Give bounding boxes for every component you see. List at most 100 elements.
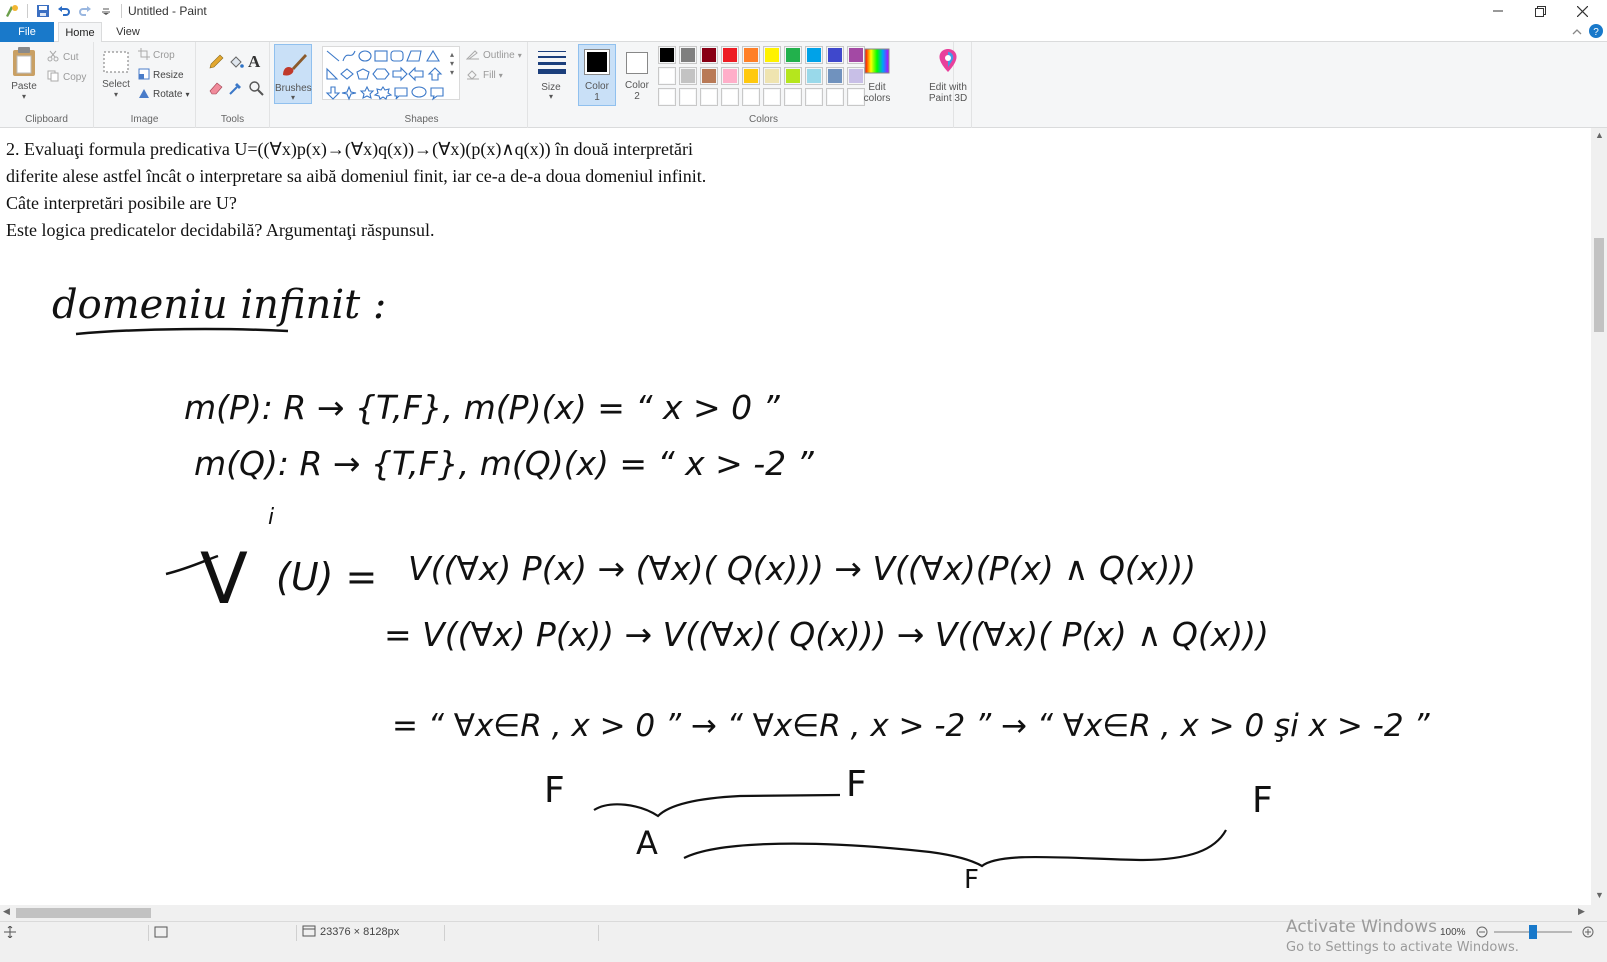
color-swatch[interactable] — [805, 67, 823, 85]
edit-colors-label-line1: Edit — [868, 82, 886, 93]
chevron-down-icon: ▾ — [185, 90, 190, 99]
color-spectrum-icon — [864, 48, 890, 79]
paint-window: Untitled - Paint File Home View ? Paste … — [0, 0, 1607, 962]
shapes-scroll-icon[interactable]: ▴ ▾ ▾ — [450, 50, 454, 77]
custom-color-slot[interactable] — [658, 88, 676, 106]
magnifier-icon[interactable] — [248, 80, 264, 101]
color-swatch[interactable] — [742, 67, 760, 85]
color-swatch[interactable] — [826, 46, 844, 64]
edit-with-paint3d-button[interactable]: Edit with Paint 3D — [926, 46, 970, 108]
custom-color-slot[interactable] — [805, 88, 823, 106]
color-swatch[interactable] — [721, 46, 739, 64]
swatch-fill — [807, 48, 821, 62]
scroll-down-icon[interactable]: ▼ — [1595, 890, 1604, 900]
edit-colors-button[interactable]: Edit colors — [856, 46, 898, 108]
crop-label: Crop — [153, 50, 175, 61]
swatch-fill — [786, 90, 800, 104]
custom-color-slot[interactable] — [700, 88, 718, 106]
custom-color-slot[interactable] — [742, 88, 760, 106]
color-swatch[interactable] — [700, 46, 718, 64]
eraser-icon[interactable] — [208, 80, 224, 101]
brace-1 — [593, 793, 841, 818]
paste-icon — [10, 46, 38, 81]
watermark-subtitle: Go to Settings to activate Windows. — [1286, 940, 1519, 955]
paste-button[interactable]: Paste ▾ — [8, 46, 40, 101]
copy-icon — [47, 70, 59, 85]
color-swatch[interactable] — [721, 67, 739, 85]
select-button[interactable]: Select ▾ — [100, 50, 132, 99]
zoom-slider-thumb[interactable] — [1529, 925, 1537, 939]
restore-button[interactable] — [1519, 0, 1561, 22]
color-swatch[interactable] — [658, 46, 676, 64]
vertical-scrollbar[interactable]: ▲ ▼ — [1591, 128, 1607, 905]
color2-button[interactable]: Color 2 — [620, 44, 654, 106]
canvas-size-icon — [302, 925, 316, 940]
redo-icon[interactable] — [77, 3, 93, 19]
color-swatch[interactable] — [679, 46, 697, 64]
tab-home[interactable]: Home — [58, 22, 102, 43]
swatch-fill — [744, 90, 758, 104]
color1-label-line2: 1 — [594, 92, 600, 103]
scroll-left-icon[interactable]: ◀ — [3, 906, 10, 917]
fill-button[interactable]: Fill ▾ — [466, 68, 503, 83]
crop-button[interactable]: Crop — [138, 48, 175, 63]
tab-file[interactable]: File — [0, 22, 54, 42]
custom-color-slot[interactable] — [721, 88, 739, 106]
close-button[interactable] — [1561, 0, 1603, 22]
swatch-fill — [765, 69, 779, 83]
scroll-up-icon[interactable]: ▲ — [1595, 130, 1604, 140]
color-swatch[interactable] — [700, 67, 718, 85]
scroll-right-icon[interactable]: ▶ — [1578, 906, 1585, 917]
customize-quick-access-icon[interactable] — [98, 3, 114, 19]
handwritten-line-5: = “ ∀x∈R , x > 0 ” → “ ∀x∈R , x > -2 ” →… — [392, 708, 1430, 744]
swatch-fill — [828, 48, 842, 62]
color-swatch[interactable] — [763, 67, 781, 85]
fill-bucket-icon[interactable] — [228, 54, 244, 75]
outline-button[interactable]: Outline ▾ — [465, 48, 522, 63]
zoom-in-icon[interactable] — [1582, 922, 1594, 942]
brushes-button[interactable]: Brushes ▾ — [274, 44, 312, 104]
resize-button[interactable]: Resize — [138, 68, 184, 83]
canvas-area[interactable]: 2. Evaluaţi formula predicativa U=((∀x)p… — [0, 128, 1591, 905]
rotate-button[interactable]: Rotate ▾ — [138, 87, 189, 102]
color-swatch[interactable] — [784, 46, 802, 64]
handwritten-value-2: F — [846, 764, 867, 805]
window-title: Untitled - Paint — [128, 4, 207, 18]
color-swatch[interactable] — [742, 46, 760, 64]
horizontal-scroll-thumb[interactable] — [16, 908, 151, 918]
tools-group: A Tools — [196, 42, 270, 128]
swatch-fill — [828, 90, 842, 104]
handwriting-layer: domeniu infinit : m(P): R → {T,F}, m(P)(… — [52, 282, 1430, 895]
help-icon[interactable]: ? — [1589, 24, 1603, 43]
swatch-fill — [702, 90, 716, 104]
color-swatch[interactable] — [826, 67, 844, 85]
tab-view[interactable]: View — [106, 22, 150, 42]
collapse-ribbon-icon[interactable] — [1571, 25, 1583, 43]
color-swatch[interactable] — [658, 67, 676, 85]
text-tool-icon[interactable]: A — [248, 52, 260, 72]
minimize-button[interactable] — [1477, 0, 1519, 22]
undo-icon[interactable] — [56, 3, 72, 19]
swatch-fill — [723, 90, 737, 104]
color-swatch[interactable] — [805, 46, 823, 64]
color-swatch[interactable] — [763, 46, 781, 64]
shapes-gallery[interactable] — [322, 46, 460, 101]
custom-color-slot[interactable] — [784, 88, 802, 106]
custom-color-slot[interactable] — [679, 88, 697, 106]
custom-color-slot[interactable] — [763, 88, 781, 106]
swatch-fill — [681, 48, 695, 62]
color-picker-icon[interactable] — [228, 80, 244, 101]
size-button[interactable]: Size ▾ — [532, 48, 570, 108]
save-icon[interactable] — [35, 3, 51, 19]
custom-color-slot[interactable] — [826, 88, 844, 106]
color1-button[interactable]: Color 1 — [578, 44, 616, 106]
pencil-icon[interactable] — [208, 54, 224, 75]
size-group: Size ▾ — [528, 42, 574, 128]
resize-label: Resize — [153, 70, 184, 81]
copy-button[interactable]: Copy — [47, 70, 86, 85]
color-swatch[interactable] — [784, 67, 802, 85]
cut-button[interactable]: Cut — [47, 50, 79, 65]
color-swatch[interactable] — [679, 67, 697, 85]
vertical-scroll-thumb[interactable] — [1594, 238, 1604, 332]
scissors-icon — [47, 50, 59, 65]
